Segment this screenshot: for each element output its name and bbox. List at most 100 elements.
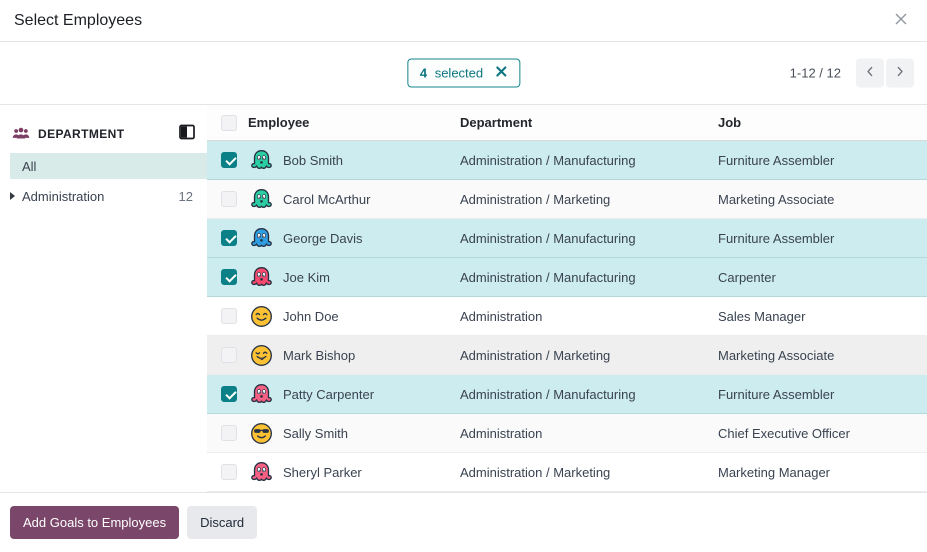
caret-right-icon [10,192,15,200]
row-checkbox[interactable] [221,191,237,207]
ghost-avatar-icon [248,186,274,212]
department-cell: Administration / Manufacturing [460,152,636,168]
sidebar-item-label: Administration [22,188,105,204]
ghost-avatar-icon [248,381,274,407]
employee-cell: Bob Smith [248,147,460,173]
job-cell: Carpenter [718,269,776,285]
job-cell: Furniture Assembler [718,386,835,402]
header-job[interactable]: Job [718,115,927,130]
pager-buttons [856,58,914,88]
employee-name: Bob Smith [283,152,343,168]
sidebar-header: DEPARTMENT [0,118,207,153]
close-dialog-button[interactable] [889,7,913,34]
discard-button[interactable]: Discard [187,506,258,539]
header-employee[interactable]: Employee [248,115,460,130]
header-check-cell [207,114,248,131]
employee-cell: Joe Kim [248,264,460,290]
clear-selection-icon[interactable] [495,66,507,81]
table-row[interactable]: John Doe Administration Sales Manager [207,297,927,336]
row-checkbox[interactable] [221,464,237,480]
table-row[interactable]: Mark Bishop Administration / Marketing M… [207,336,927,375]
row-check-cell [207,269,248,285]
table-row[interactable]: Sally Smith Administration Chief Executi… [207,414,927,453]
employee-name: Sally Smith [283,425,349,441]
row-check-cell [207,347,248,363]
employee-name: Sheryl Parker [283,464,362,480]
ghost-avatar-icon [248,459,274,485]
employee-name: John Doe [283,308,339,324]
pager-next-button[interactable] [886,58,914,88]
face-tongue-avatar-icon [248,342,274,368]
row-check-cell [207,230,248,246]
employee-cell: Mark Bishop [248,342,460,368]
employee-name: Mark Bishop [283,347,356,363]
job-cell: Sales Manager [718,308,806,324]
table-row[interactable]: Bob Smith Administration / Manufacturing… [207,141,927,180]
row-check-cell [207,152,248,168]
panel-toggle-button[interactable] [179,124,195,143]
face-sunglasses-avatar-icon [248,420,274,446]
employee-name: George Davis [283,230,363,246]
job-cell: Furniture Assembler [718,230,835,246]
face-smile-avatar-icon [248,303,274,329]
employee-cell: Sally Smith [248,420,460,446]
table-row[interactable]: Joe Kim Administration / Manufacturing C… [207,258,927,297]
table-row[interactable]: Patty Carpenter Administration / Manufac… [207,375,927,414]
table-row[interactable]: George Davis Administration / Manufactur… [207,219,927,258]
row-check-cell [207,308,248,324]
row-checkbox[interactable] [221,269,237,285]
job-cell: Chief Executive Officer [718,425,850,441]
job-cell: Marketing Associate [718,347,835,363]
table-row[interactable]: Sheryl Parker Administration / Marketing… [207,453,927,492]
select-all-checkbox[interactable] [221,114,237,131]
sidebar-item-administration[interactable]: Administration 12 [0,183,207,209]
employee-cell: Patty Carpenter [248,381,460,407]
employee-cell: John Doe [248,303,460,329]
pager-range: 1-12 / 12 [789,65,841,81]
selection-badge[interactable]: 4 selected [406,58,521,88]
chevron-right-icon [892,64,908,83]
employee-table: Employee Department Job Bob Smith Admini… [207,105,927,492]
sidebar-item-label: All [22,158,37,174]
row-checkbox[interactable] [221,425,237,441]
ghost-avatar-icon [248,264,274,290]
row-checkbox[interactable] [221,347,237,363]
employee-name: Joe Kim [283,269,330,285]
dialog-title: Select Employees [14,11,143,29]
department-cell: Administration / Manufacturing [460,230,636,246]
selection-count-text: 4 selected [419,65,484,81]
add-goals-button[interactable]: Add Goals to Employees [10,506,180,539]
department-cell: Administration [460,425,543,441]
dialog-header: Select Employees [0,0,927,42]
sidebar-item-count: 12 [178,188,193,204]
pager: 1-12 / 12 [789,58,914,88]
job-cell: Marketing Associate [718,191,835,207]
employee-name: Patty Carpenter [283,386,375,402]
close-icon [893,11,909,30]
header-department[interactable]: Department [460,115,718,130]
row-checkbox[interactable] [221,230,237,246]
sidebar-item-all[interactable]: All [10,153,207,179]
row-checkbox[interactable] [221,386,237,402]
row-check-cell [207,425,248,441]
department-cell: Administration / Marketing [460,464,611,480]
row-checkbox[interactable] [221,308,237,324]
row-checkbox[interactable] [221,152,237,168]
table-header-row: Employee Department Job [207,105,927,141]
select-employees-dialog: Select Employees 4 selected 1-12 / 12 DE… [0,0,927,552]
dialog-body: DEPARTMENT All Administration 12 Employe… [0,105,927,493]
department-cell: Administration / Manufacturing [460,269,636,285]
ghost-avatar-icon [248,225,274,251]
employee-cell: Sheryl Parker [248,459,460,485]
employee-table-body: Bob Smith Administration / Manufacturing… [207,141,927,492]
chevron-left-icon [862,64,878,83]
table-row[interactable]: Carol McArthur Administration / Marketin… [207,180,927,219]
department-cell: Administration / Marketing [460,347,611,363]
sidebar-section-title: DEPARTMENT [38,126,125,141]
department-cell: Administration / Marketing [460,191,611,207]
row-check-cell [207,386,248,402]
pager-prev-button[interactable] [856,58,884,88]
department-sidebar: DEPARTMENT All Administration 12 [0,105,207,492]
row-check-cell [207,464,248,480]
users-group-icon [12,126,30,141]
